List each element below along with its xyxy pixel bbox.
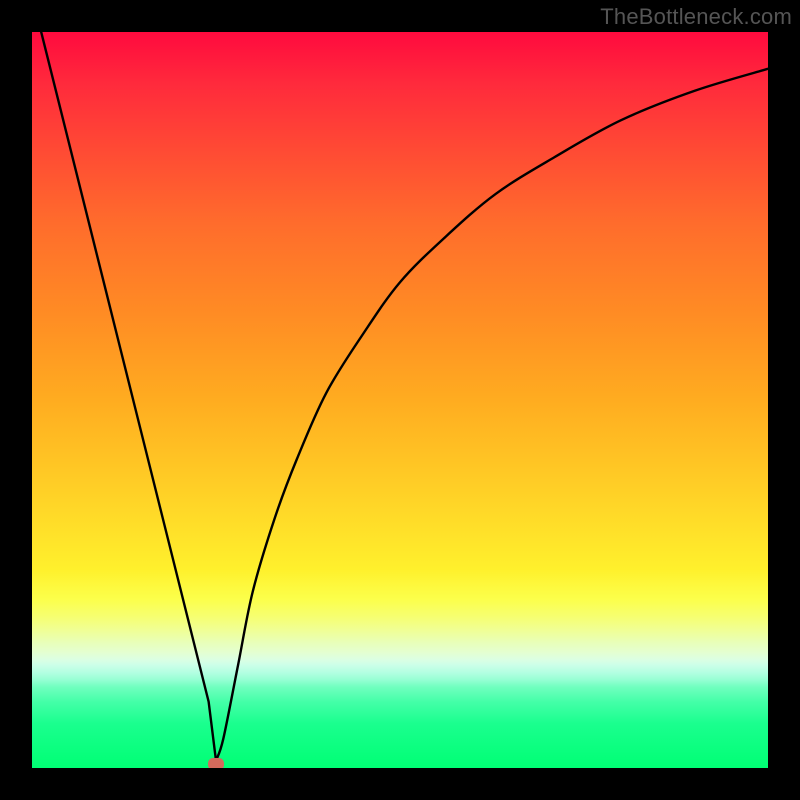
plot-area (32, 32, 768, 768)
bottleneck-marker (208, 758, 224, 768)
bottleneck-curve (32, 32, 768, 768)
chart-frame: TheBottleneck.com (0, 0, 800, 800)
attribution-text: TheBottleneck.com (600, 4, 792, 30)
